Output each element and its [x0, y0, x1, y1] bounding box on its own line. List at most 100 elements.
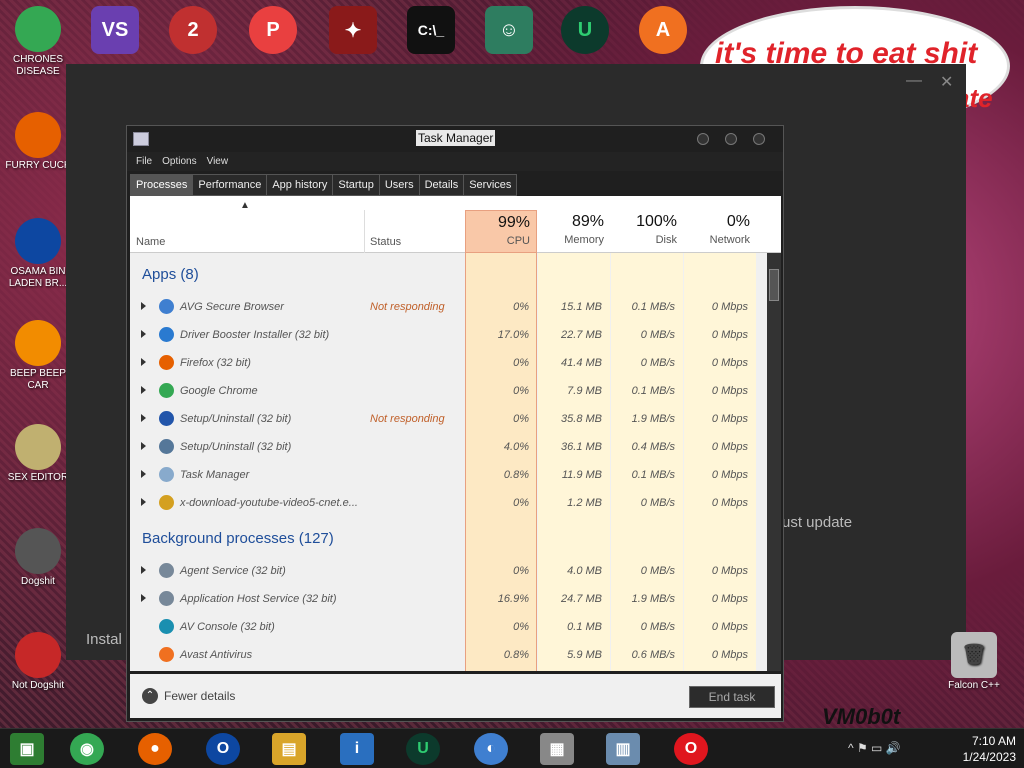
expand-arrow-icon[interactable] — [141, 330, 146, 338]
process-row[interactable]: Task Manager 0.8% 11.9 MB 0.1 MB/s 0 Mbps — [130, 461, 757, 489]
fewer-details-link[interactable]: Fewer details — [164, 689, 235, 703]
minimize-icon[interactable]: — — [906, 72, 922, 90]
vertical-scrollbar[interactable] — [767, 253, 781, 671]
desktop-icon-falcon[interactable]: 🗑 Falcon C++ — [936, 632, 1012, 692]
process-row[interactable]: Firefox (32 bit) 0% 41.4 MB 0 MB/s 0 Mbps — [130, 349, 757, 377]
chevron-up-icon[interactable]: ⌃ — [142, 688, 158, 704]
column-name[interactable]: Name — [136, 236, 165, 248]
expand-arrow-icon[interactable] — [141, 386, 146, 394]
avast-icon — [159, 647, 174, 662]
system-tray[interactable]: ^ ⚑ ▭ 🔊 — [848, 741, 901, 755]
character-icon[interactable]: ☺ — [474, 6, 544, 54]
taskbar-folder-icon[interactable]: ▤ — [272, 733, 306, 765]
expand-arrow-icon[interactable] — [141, 498, 146, 506]
desktop-icon-item[interactable]: CHRONES DISEASE — [0, 6, 76, 78]
memory-label: Memory — [564, 234, 604, 246]
process-row[interactable]: Setup/Uninstall (32 bit) 4.0% 36.1 MB 0.4 M… — [130, 433, 757, 461]
process-cpu: 0.8% — [503, 469, 529, 481]
process-row[interactable]: x-download-youtube-video5-cnet.e... 0% 1.2… — [130, 489, 757, 517]
taskbar-uninstaller-icon[interactable]: U — [406, 733, 440, 765]
minimize-button[interactable] — [697, 133, 709, 145]
close-button[interactable] — [753, 133, 765, 145]
menu-options[interactable]: Options — [162, 156, 196, 167]
process-row[interactable]: AVG Secure Browser Not responding 0% 15.1 M… — [130, 293, 757, 321]
taskbar-chrome-icon[interactable]: ◉ — [70, 733, 104, 765]
sort-arrow-icon[interactable]: ▲ — [240, 200, 250, 211]
tab-services[interactable]: Services — [463, 174, 518, 196]
tab-processes[interactable]: Processes — [130, 174, 194, 196]
expand-arrow-icon[interactable] — [141, 302, 146, 310]
desktop-icon-item[interactable]: Dogshit — [0, 528, 76, 588]
column-cpu[interactable]: 99% CPU — [465, 210, 537, 253]
recycle-bin-icon: 🗑 — [951, 632, 997, 678]
column-disk[interactable]: 100% Disk — [611, 210, 683, 253]
tab-users[interactable]: Users — [378, 174, 420, 196]
expand-arrow-icon[interactable] — [141, 594, 146, 602]
taskbar-installer-icon[interactable]: ▦ — [540, 733, 574, 765]
cmd-icon[interactable]: C:\_ — [396, 6, 466, 54]
installer-install-text: Instal — [86, 631, 122, 648]
tab-startup[interactable]: Startup — [332, 174, 380, 196]
scrollbar-thumb[interactable] — [769, 269, 779, 301]
expand-arrow-icon[interactable] — [141, 358, 146, 366]
taskbar-task-manager-icon[interactable]: ▥ — [606, 733, 640, 765]
avast-icon[interactable]: A — [628, 6, 698, 54]
desktop-icon-item[interactable]: SEX EDITOR — [0, 424, 76, 484]
obama-logo-icon — [15, 218, 61, 264]
expand-arrow-icon[interactable] — [141, 566, 146, 574]
game-icon[interactable]: ✦ — [318, 6, 388, 54]
process-memory: 1.2 MB — [567, 497, 602, 509]
desktop-icon-item[interactable]: FURRY CUCK — [0, 112, 76, 172]
visual-studio-icon[interactable]: VS — [80, 6, 150, 54]
process-row[interactable]: Driver Booster Installer (32 bit) 17.0% 22… — [130, 321, 757, 349]
expand-arrow-icon[interactable] — [141, 470, 146, 478]
watermark-text: VM0b0t — [822, 704, 901, 729]
taskbar-firefox-icon[interactable]: ● — [138, 733, 172, 765]
process-cpu: 0% — [513, 497, 529, 509]
process-row[interactable]: Agent Service (32 bit) 0% 4.0 MB 0 MB/s 0 Mb… — [130, 557, 757, 585]
taskbar-obama-logo-icon[interactable]: O — [206, 733, 240, 765]
menu-file[interactable]: File — [136, 156, 152, 167]
process-row[interactable]: Google Chrome 0% 7.9 MB 0.1 MB/s 0 Mbps — [130, 377, 757, 405]
column-header: ▲ Name Status 99% CPU 89% Memory 100% Di… — [130, 196, 781, 253]
process-cpu: 0% — [513, 621, 529, 633]
clock[interactable]: 7:10 AM 1/24/2023 — [963, 733, 1016, 765]
footer: ⌃ Fewer details End task — [130, 674, 781, 718]
taskbar-iobit-icon[interactable]: i — [340, 733, 374, 765]
desktop-icon-item[interactable]: BEEP BEEP CAR — [0, 320, 76, 392]
memory-percent: 89% — [571, 213, 604, 230]
process-row[interactable]: AV Console (32 bit) 0% 0.1 MB 0 MB/s 0 Mbps — [130, 613, 757, 641]
column-status[interactable]: Status — [370, 236, 401, 248]
desktop-icon-item[interactable]: OSAMA BIN LADEN BR... — [0, 218, 76, 290]
column-memory[interactable]: 89% Memory — [538, 210, 610, 253]
process-network: 0 Mbps — [711, 593, 748, 605]
desktop-icon-label: Falcon C++ — [948, 680, 1000, 691]
expand-arrow-icon[interactable] — [141, 442, 146, 450]
disk-label: Disk — [655, 234, 677, 246]
desktop-icon-item[interactable]: Not Dogshit — [0, 632, 76, 692]
menu-view[interactable]: View — [207, 156, 229, 167]
process-row[interactable]: Application Host Service (32 bit) 16.9% 24… — [130, 585, 757, 613]
title-bar[interactable]: Task Manager — [127, 126, 783, 152]
tab-performance[interactable]: Performance — [192, 174, 268, 196]
process-disk: 0.6 MB/s — [631, 649, 675, 661]
iobit-icon[interactable]: U — [550, 6, 620, 54]
taskbar-opera-icon[interactable]: O — [674, 733, 708, 765]
installer-icon — [159, 495, 174, 510]
taskbar-avg-browser-icon[interactable]: ◐ — [474, 733, 508, 765]
start-button-icon[interactable]: ▣ — [10, 733, 44, 765]
app-2-icon[interactable]: 2 — [158, 6, 228, 54]
close-icon[interactable]: ✕ — [940, 72, 953, 92]
setup-icon — [159, 411, 174, 426]
process-network: 0 Mbps — [711, 469, 748, 481]
end-task-button[interactable]: End task — [689, 686, 775, 708]
process-row[interactable]: Setup/Uninstall (32 bit) Not responding 0%… — [130, 405, 757, 433]
tab-details[interactable]: Details — [418, 174, 465, 196]
maximize-button[interactable] — [725, 133, 737, 145]
expand-arrow-icon[interactable] — [141, 414, 146, 422]
pinwheel-icon[interactable]: P — [238, 6, 308, 54]
process-row[interactable]: Avast Antivirus 0.8% 5.9 MB 0.6 MB/s 0 Mbps — [130, 641, 757, 669]
tab-app-history[interactable]: App history — [266, 174, 334, 196]
process-disk: 1.9 MB/s — [631, 593, 675, 605]
column-network[interactable]: 0% Network — [684, 210, 756, 253]
